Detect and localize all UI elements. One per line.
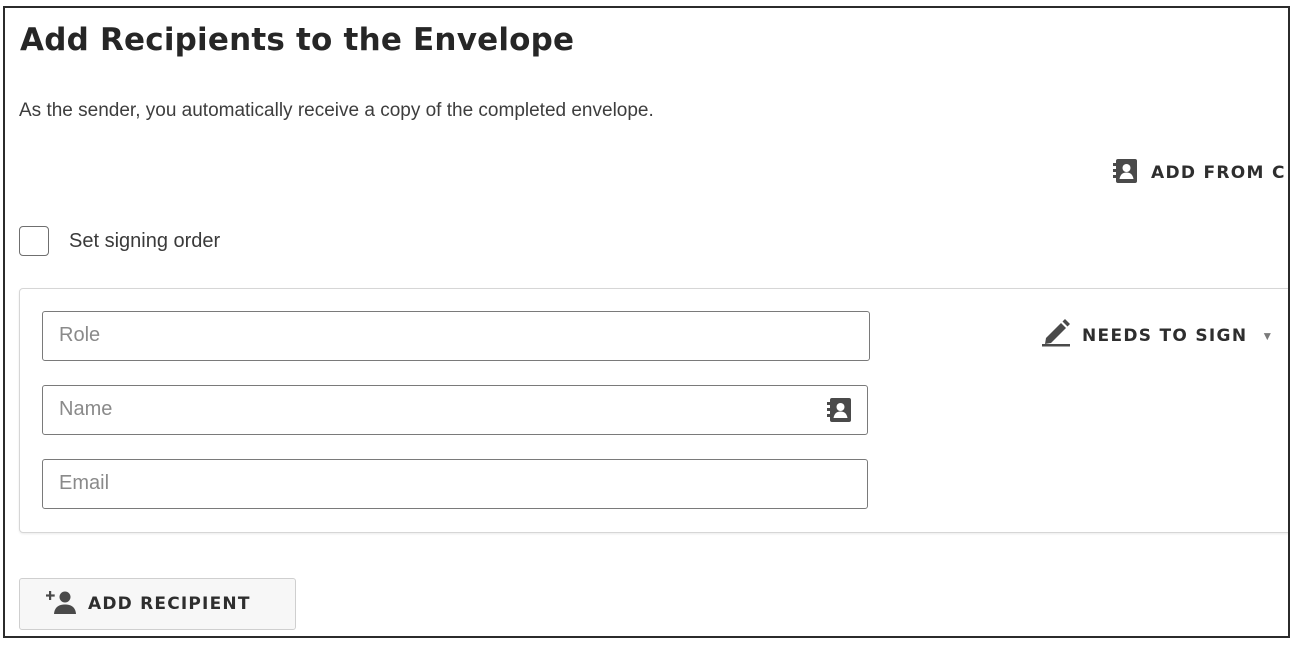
recipient-action-dropdown[interactable]: NEEDS TO SIGN ▼: [1040, 319, 1273, 352]
pen-icon: [1040, 319, 1072, 352]
role-field: [42, 311, 870, 361]
email-field: [42, 459, 868, 509]
signing-order-option: Set signing order: [19, 226, 220, 256]
recipients-panel: Add Recipients to the Envelope As the se…: [3, 6, 1290, 638]
contact-card-icon[interactable]: [825, 397, 853, 428]
chevron-down-icon: ▼: [1261, 328, 1274, 343]
name-field: [42, 385, 868, 435]
add-recipient-label: ADD RECIPIENT: [88, 594, 251, 614]
email-input[interactable]: [43, 460, 819, 506]
add-from-contacts-label: ADD FROM C: [1151, 163, 1286, 183]
signing-order-label: Set signing order: [69, 229, 221, 252]
recipient-action-label: NEEDS TO SIGN: [1082, 325, 1248, 346]
page-title: Add Recipients to the Envelope: [20, 22, 575, 58]
add-person-icon: [45, 589, 76, 620]
name-input[interactable]: [43, 386, 819, 432]
role-input[interactable]: [43, 312, 819, 358]
contact-card-icon: [1111, 157, 1139, 190]
add-from-contacts-button[interactable]: ADD FROM C: [1111, 158, 1286, 188]
signing-order-checkbox[interactable]: [19, 226, 49, 256]
add-recipient-button[interactable]: ADD RECIPIENT: [19, 578, 296, 630]
recipient-card: NEEDS TO SIGN ▼: [19, 288, 1288, 533]
page-subtitle: As the sender, you automatically receive…: [19, 100, 654, 121]
